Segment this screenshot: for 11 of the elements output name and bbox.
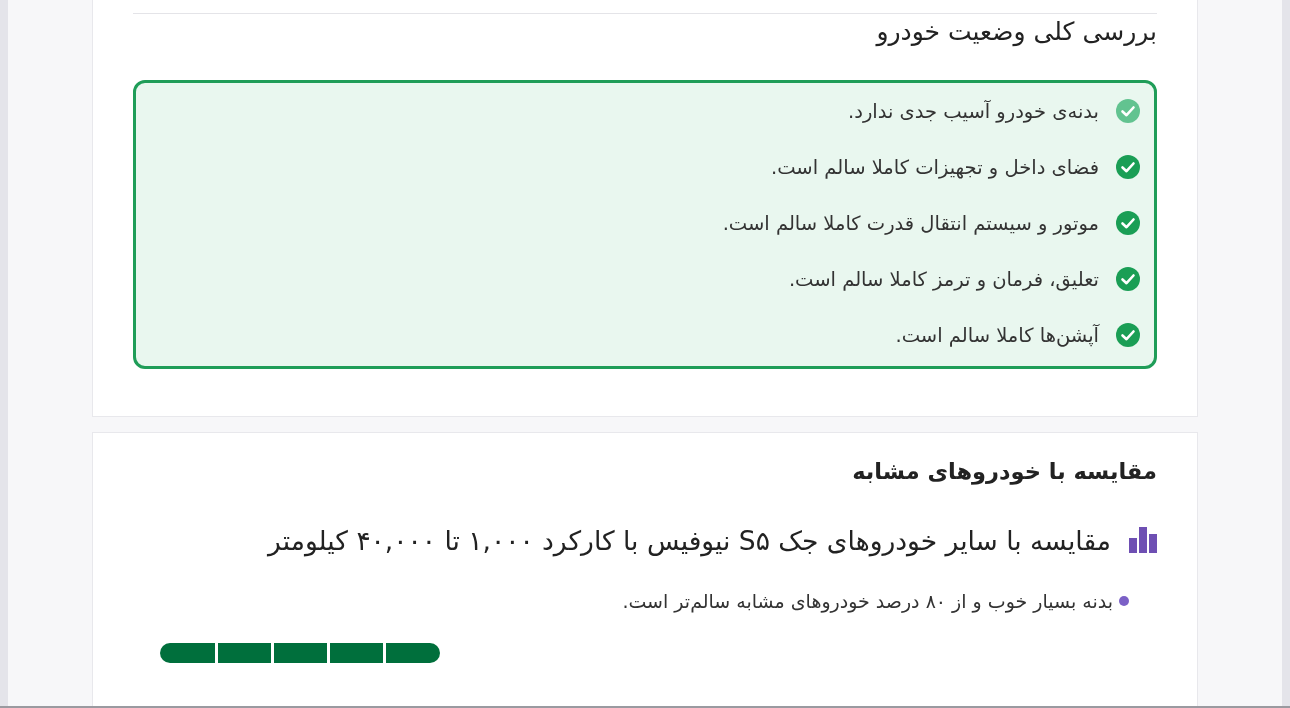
check-item-text: بدنه‌ی خودرو آسیب جدی ندارد. <box>848 99 1099 123</box>
comparison-note: بدنه بسیار خوب و از ۸۰ درصد خودروهای مشابه سالم‌تر است. <box>622 590 1113 612</box>
section-title: بررسی کلی وضعیت خودرو <box>874 16 1157 49</box>
bar-chart-icon <box>1129 527 1157 553</box>
section-title: مقایسه با خودروهای مشابه <box>851 457 1157 487</box>
check-item-text: فضای داخل و تجهیزات کاملا سالم است. <box>771 155 1099 179</box>
check-item-text: موتور و سیستم انتقال قدرت کاملا سالم است. <box>722 211 1099 235</box>
check-item-text: تعلیق، فرمان و ترمز کاملا سالم است. <box>788 267 1099 291</box>
bullet-dot-icon <box>1119 596 1129 606</box>
comparison-subtitle: مقایسه با سایر خودروهای جک S۵ نیوفیس با کارکرد ۱,۰۰۰ تا ۴۰,۰۰۰ کیلومتر <box>268 524 1111 556</box>
check-item-text: آپشن‌ها کاملا سالم است. <box>895 323 1099 347</box>
